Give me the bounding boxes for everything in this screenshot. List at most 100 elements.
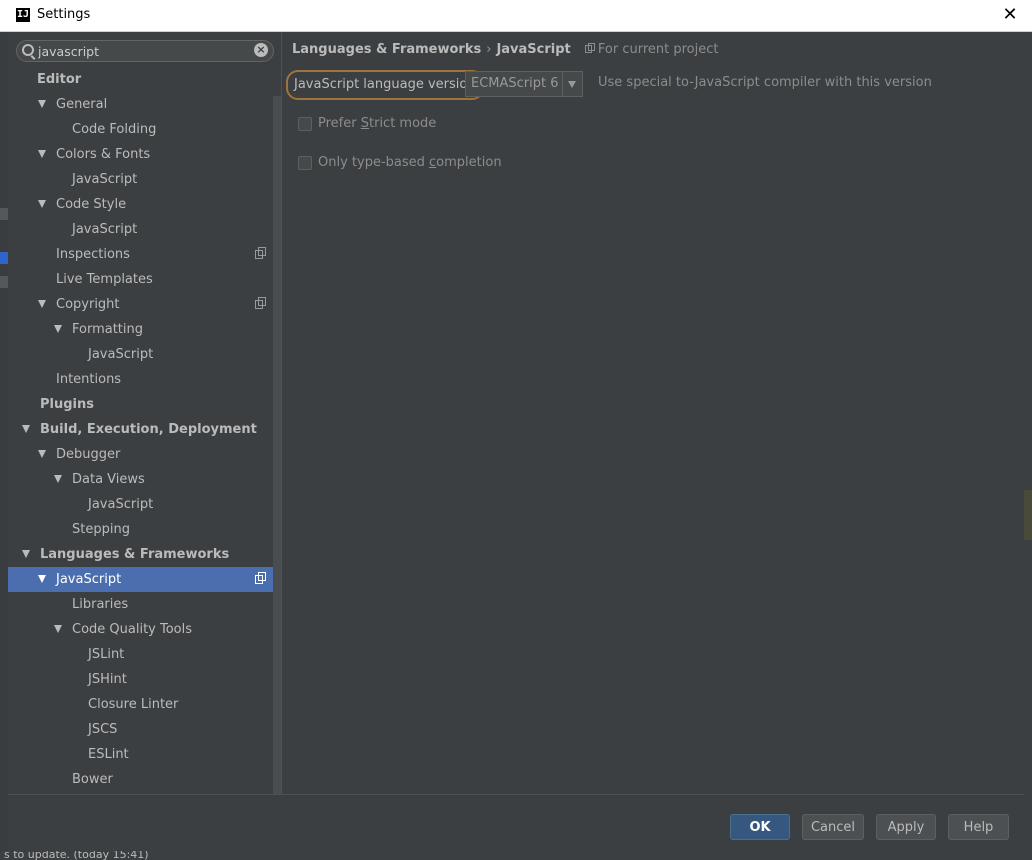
tree-item-label: Live Templates (56, 272, 153, 287)
tree-item[interactable]: Live Templates (8, 267, 281, 292)
tree-item-label: ESLint (88, 747, 129, 762)
breadcrumb-parent: Languages & Frameworks (292, 42, 482, 57)
expand-arrow-icon[interactable] (54, 325, 62, 333)
tree-item[interactable]: Closure Linter (8, 692, 281, 717)
expand-arrow-icon[interactable] (38, 150, 46, 158)
project-settings-icon (255, 247, 266, 259)
clear-search-icon[interactable]: × (254, 43, 268, 57)
search-icon (22, 44, 34, 56)
tree-item[interactable]: JSHint (8, 667, 281, 692)
tree-item[interactable]: General (8, 92, 281, 117)
chevron-down-icon (568, 81, 576, 88)
tree-item[interactable]: Code Style (8, 192, 281, 217)
expand-arrow-icon[interactable] (38, 300, 46, 308)
tree-item[interactable]: Intentions (8, 367, 281, 392)
breadcrumb-separator: › (486, 42, 492, 57)
project-settings-icon (255, 572, 266, 584)
language-version-label: JavaScript language version (286, 70, 484, 100)
edge-marker (0, 252, 8, 264)
tree-item-label: JavaScript (56, 572, 122, 587)
tree-item-label: JavaScript (72, 172, 138, 187)
tree-item[interactable]: Editor (8, 67, 281, 92)
type-completion-label-start: Only type-based (318, 155, 430, 170)
expand-arrow-icon[interactable] (38, 575, 46, 583)
settings-sidebar: × Editor General Code Folding Colors & Font… (8, 32, 281, 794)
tree-item-label: Editor (37, 72, 82, 87)
help-button[interactable]: Help (948, 814, 1009, 840)
tree-item-label: Languages & Frameworks (40, 547, 230, 562)
tree-item[interactable]: JSLint (8, 642, 281, 667)
tree-item[interactable]: Copyright (8, 292, 281, 317)
tree-item-label: Code Quality Tools (72, 622, 193, 637)
edge-marker (1024, 490, 1032, 540)
settings-content-panel: Languages & Frameworks › JavaScript For cu… (282, 32, 1024, 794)
expand-arrow-icon[interactable] (22, 550, 30, 558)
tree-item-label: Code Folding (72, 122, 157, 137)
tree-item[interactable]: JavaScript (8, 567, 281, 592)
strict-mode-label-start: Prefer (318, 116, 361, 131)
tree-item-label: Copyright (56, 297, 120, 312)
tree-item-label: JavaScript (88, 347, 154, 362)
tree-item[interactable]: Stepping (8, 517, 281, 542)
tree-item[interactable]: JavaScript (8, 342, 281, 367)
tree-item[interactable]: ESLint (8, 742, 281, 767)
tree-item[interactable]: Debugger (8, 442, 281, 467)
tree-item-label: Code Style (56, 197, 127, 212)
expand-arrow-icon[interactable] (54, 475, 62, 483)
expand-arrow-icon[interactable] (54, 625, 62, 633)
search-box[interactable]: × (16, 40, 274, 62)
expand-arrow-icon[interactable] (22, 425, 30, 433)
apply-button[interactable]: Apply (876, 814, 936, 840)
tree-item[interactable]: JSCS (8, 717, 281, 742)
cancel-button[interactable]: Cancel (802, 814, 864, 840)
edge-marker (0, 208, 8, 220)
expand-arrow-icon[interactable] (38, 200, 46, 208)
type-completion-checkbox[interactable] (298, 156, 312, 170)
tree-item-label: JavaScript (72, 222, 138, 237)
intellij-logo-icon: IJ (16, 8, 30, 22)
compiler-hint: Use special to-JavaScript compiler with … (598, 75, 932, 90)
tree-item-label: JSHint (88, 672, 127, 687)
background-window-edge-right (1024, 32, 1032, 860)
tree-item-label: Bower (72, 772, 113, 787)
breadcrumb: Languages & Frameworks › JavaScript For cu… (292, 42, 718, 57)
tree-item[interactable]: Plugins (8, 392, 281, 417)
tree-item[interactable]: Code Folding (8, 117, 281, 142)
dropdown-toggle[interactable] (562, 72, 582, 96)
background-window-edge (0, 32, 8, 860)
tree-item[interactable]: Data Views (8, 467, 281, 492)
tree-item[interactable]: Formatting (8, 317, 281, 342)
tree-item-label: Formatting (72, 322, 144, 337)
tree-item[interactable]: JavaScript (8, 492, 281, 517)
tree-item-label: JSLint (88, 647, 125, 662)
ok-button[interactable]: OK (730, 814, 790, 840)
type-completion-label: Only type-based completion (318, 153, 502, 173)
tree-item[interactable]: JavaScript (8, 167, 281, 192)
status-text: s to update. (today 15:41) (4, 851, 149, 860)
tree-item[interactable]: Libraries (8, 592, 281, 617)
tree-item[interactable]: Bower (8, 767, 281, 792)
tree-item-label: Data Views (72, 472, 145, 487)
background-status-bar: s to update. (today 15:41) (0, 851, 1032, 860)
tree-item[interactable]: Languages & Frameworks (8, 542, 281, 567)
sidebar-scrollbar[interactable] (273, 96, 281, 794)
window-title: Settings (37, 7, 91, 22)
expand-arrow-icon[interactable] (38, 100, 46, 108)
tree-item[interactable]: Build, Execution, Deployment (8, 417, 281, 442)
strict-mode-checkbox[interactable] (298, 117, 312, 131)
type-completion-label-end: ompletion (436, 155, 502, 170)
tree-item[interactable]: JavaScript (8, 217, 281, 242)
edge-marker (0, 276, 8, 288)
tree-item-label: Inspections (56, 247, 130, 262)
tree-item-label: Intentions (56, 372, 122, 387)
language-version-dropdown[interactable]: ECMAScript 6 (465, 71, 583, 97)
tree-item[interactable]: Code Quality Tools (8, 617, 281, 642)
close-icon[interactable]: ✕ (998, 3, 1022, 27)
tree-item[interactable]: Inspections (8, 242, 281, 267)
expand-arrow-icon[interactable] (38, 450, 46, 458)
tree-item-label: Build, Execution, Deployment (40, 422, 257, 437)
tree-item-label: JSCS (88, 722, 118, 737)
project-settings-icon (255, 297, 266, 309)
search-input[interactable] (38, 43, 238, 59)
tree-item[interactable]: Colors & Fonts (8, 142, 281, 167)
